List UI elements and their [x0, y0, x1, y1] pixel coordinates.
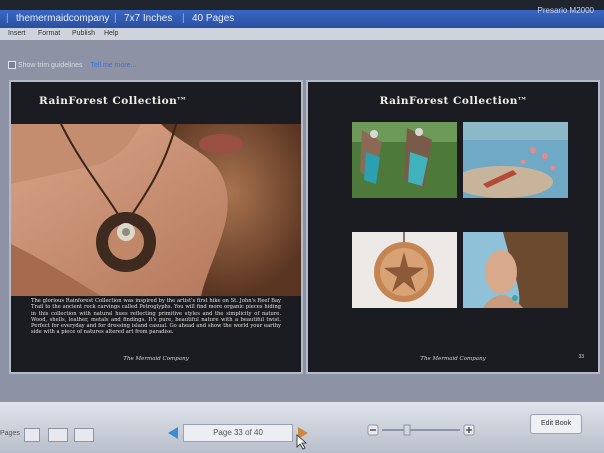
bottom-toolbar: Pages Page 33 of 40 Edit Book: [0, 402, 604, 453]
menu-item-publish[interactable]: Publish: [72, 28, 95, 40]
mouse-cursor-icon: [296, 434, 308, 450]
left-page-company: The Mermaid Company: [123, 356, 189, 362]
right-page-company: The Mermaid Company: [420, 356, 486, 362]
left-page-title: RainForest CollectionTM: [39, 95, 186, 107]
photo-beach-flamingos[interactable]: [463, 122, 568, 198]
left-page-title-text: RainForest Collection: [39, 95, 178, 107]
title-divider: |: [6, 13, 9, 24]
right-page-title-text: RainForest Collection: [379, 95, 518, 107]
trim-guides-label: Show trim guidelines: [17, 62, 83, 69]
trim-guides-option: Show trim guidelines Tell me more...: [8, 61, 136, 71]
right-page-title: RainForest CollectionTM: [308, 95, 598, 107]
previous-page-icon[interactable]: [166, 426, 180, 440]
page-indicator: Page 33 of 40: [183, 424, 293, 442]
menu-bar: Insert Format Publish Help: [0, 28, 604, 40]
left-page-title-tm: TM: [177, 95, 186, 101]
grid-view-icon[interactable]: [74, 428, 94, 442]
window-titlebar: | themermaidcompany | 7x7 Inches | 40 Pa…: [0, 6, 604, 28]
zoom-slider[interactable]: [366, 422, 478, 438]
menu-item-format[interactable]: Format: [38, 28, 60, 40]
single-page-view-icon[interactable]: [24, 428, 40, 442]
photo-woman-profile[interactable]: [463, 232, 568, 308]
menu-item-insert[interactable]: Insert: [8, 28, 26, 40]
monitor-bezel: [0, 0, 604, 10]
right-page-title-tm: TM: [517, 95, 527, 101]
necklace-portrait-photo[interactable]: [11, 124, 301, 296]
photo-starfish-pendant[interactable]: [352, 232, 457, 308]
page-count: 40 Pages: [192, 13, 235, 24]
title-divider: |: [182, 13, 185, 24]
project-name: themermaidcompany: [16, 13, 110, 24]
photo-earrings[interactable]: [352, 122, 457, 198]
edit-book-button[interactable]: Edit Book: [530, 414, 582, 434]
trim-guides-checkbox[interactable]: [8, 61, 16, 70]
book-size: 7x7 Inches: [124, 13, 173, 24]
menu-item-help[interactable]: Help: [104, 28, 118, 40]
spread-view-icon[interactable]: [48, 428, 68, 442]
page-number: 33: [578, 354, 584, 360]
tell-me-more-link[interactable]: Tell me more...: [91, 62, 137, 69]
pages-label: Pages: [0, 430, 20, 437]
left-page[interactable]: RainForest CollectionTM The glorious Rai…: [9, 80, 303, 374]
collection-description: The glorious Rainforest Collection was i…: [31, 298, 281, 336]
right-page[interactable]: RainForest CollectionTM The Mermaid Comp…: [306, 80, 600, 374]
title-divider: |: [114, 13, 117, 24]
monitor-brand: Presario M2000: [537, 6, 594, 15]
